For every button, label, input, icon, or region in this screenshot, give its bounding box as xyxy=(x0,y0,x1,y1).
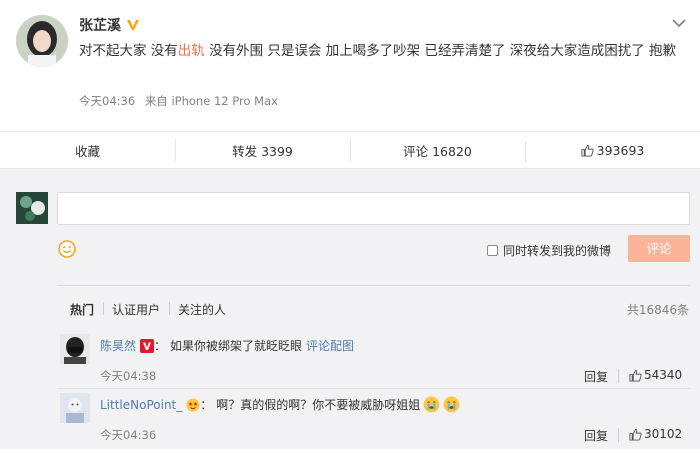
comment-section: 同时转发到我的微博 评论 热门 认证用户 关注的人 共16846条 陈昊然 ： … xyxy=(0,170,700,449)
favorite-label: 收藏 xyxy=(74,143,100,159)
comment-colon: ： xyxy=(154,339,167,353)
comment-input[interactable] xyxy=(57,192,690,225)
divider xyxy=(618,428,619,442)
author-name-text[interactable]: 张芷溪 xyxy=(79,15,121,35)
post-text-part2: 没有外围 只是误会 加上喝多了吵架 已经弄清楚了 深夜给大家造成困扰了 抱歉 xyxy=(204,43,677,59)
post-time[interactable]: 今天04:36 xyxy=(79,94,135,108)
favorite-button[interactable]: 收藏 xyxy=(0,141,175,160)
repost-button[interactable]: 转发 3399 xyxy=(175,138,350,161)
comment-item: LittleNoPoint_ ： 啊？真的假的啊？你不要被威胁呀姐姐 今天04:… xyxy=(57,391,690,449)
comment-filter-tabs: 热门 认证用户 关注的人 xyxy=(70,301,235,318)
author-name[interactable]: 张芷溪 xyxy=(79,15,140,35)
comment-text: 啊？真的假的啊？你不要被威胁呀姐姐 xyxy=(216,398,421,412)
thumb-up-icon xyxy=(629,428,642,441)
tab-verified-users[interactable]: 认证用户 xyxy=(103,301,169,318)
post-card: 张芷溪 对不起大家 没有出轨 没有外围 只是误会 加上喝多了吵架 已经弄清楚了 … xyxy=(0,0,700,131)
submit-comment-button[interactable]: 评论 xyxy=(628,235,690,262)
post-text-highlight-link[interactable]: 出轨 xyxy=(178,43,205,59)
tab-following[interactable]: 关注的人 xyxy=(169,301,235,318)
author-avatar[interactable] xyxy=(16,15,68,67)
comment-total-count: 共16846条 xyxy=(626,303,689,317)
comment-like-button[interactable]: 54340 xyxy=(629,368,682,382)
thumb-up-icon xyxy=(629,369,642,382)
repost-checkbox-label: 同时转发到我的微博 xyxy=(503,244,612,258)
comment-time: 今天04:36 xyxy=(100,428,157,442)
comment-button[interactable]: 评论 16820 xyxy=(350,138,525,161)
divider xyxy=(618,369,619,383)
verified-v-icon xyxy=(127,20,139,30)
action-bar: 收藏 转发 3399 评论 16820 393693 xyxy=(0,131,700,169)
comment-like-count: 30102 xyxy=(644,427,683,441)
post-meta: 今天04:36 来自 iPhone 12 Pro Max xyxy=(79,93,278,109)
repost-checkbox[interactable] xyxy=(487,245,498,256)
reply-button[interactable]: 回复 xyxy=(584,427,608,444)
comment-item: 陈昊然 ： 如果你被绑架了就眨眨眼 评论配图 今天04:38 回复 54340 xyxy=(57,332,690,389)
comment-content: 陈昊然 ： 如果你被绑架了就眨眨眼 评论配图 xyxy=(100,337,354,354)
commenter-avatar[interactable] xyxy=(60,393,90,423)
post-source: 来自 iPhone 12 Pro Max xyxy=(144,94,278,108)
tab-hot[interactable]: 热门 xyxy=(70,301,103,318)
divider xyxy=(57,285,690,286)
chevron-down-icon[interactable] xyxy=(672,18,686,28)
comment-content: LittleNoPoint_ ： 啊？真的假的啊？你不要被威胁呀姐姐 xyxy=(100,396,460,413)
comment-like-count: 54340 xyxy=(644,368,683,382)
emoji-smile-icon[interactable] xyxy=(58,240,76,258)
commenter-name[interactable]: 陈昊然 xyxy=(100,337,136,354)
comment-time: 今天04:38 xyxy=(100,369,157,383)
reply-button[interactable]: 回复 xyxy=(584,368,608,385)
vip-badge-icon xyxy=(140,338,155,353)
post-text: 对不起大家 没有出轨 没有外围 只是误会 加上喝多了吵架 已经弄清楚了 深夜给大… xyxy=(79,38,691,64)
like-count: 393693 xyxy=(596,142,645,158)
current-user-avatar[interactable] xyxy=(16,192,48,224)
comment-like-button[interactable]: 30102 xyxy=(629,427,682,441)
comment-image-link[interactable]: 评论配图 xyxy=(306,337,354,354)
repost-label: 转发 3399 xyxy=(232,143,293,159)
post-text-part1: 对不起大家 没有 xyxy=(79,43,178,59)
comment-text: 如果你被绑架了就眨眨眼 xyxy=(170,339,303,353)
crying-emoji-icon xyxy=(423,396,440,413)
commenter-avatar[interactable] xyxy=(60,334,90,364)
commenter-name[interactable]: LittleNoPoint_ xyxy=(100,398,182,412)
repost-checkbox-row[interactable]: 同时转发到我的微博 xyxy=(487,242,611,259)
comment-colon: ： xyxy=(200,398,213,412)
thumb-up-icon xyxy=(581,144,594,157)
comment-label: 评论 16820 xyxy=(403,143,472,159)
like-button[interactable]: 393693 xyxy=(525,140,700,163)
crying-emoji-icon xyxy=(443,396,460,413)
star-eyes-emoji-icon xyxy=(186,398,200,411)
